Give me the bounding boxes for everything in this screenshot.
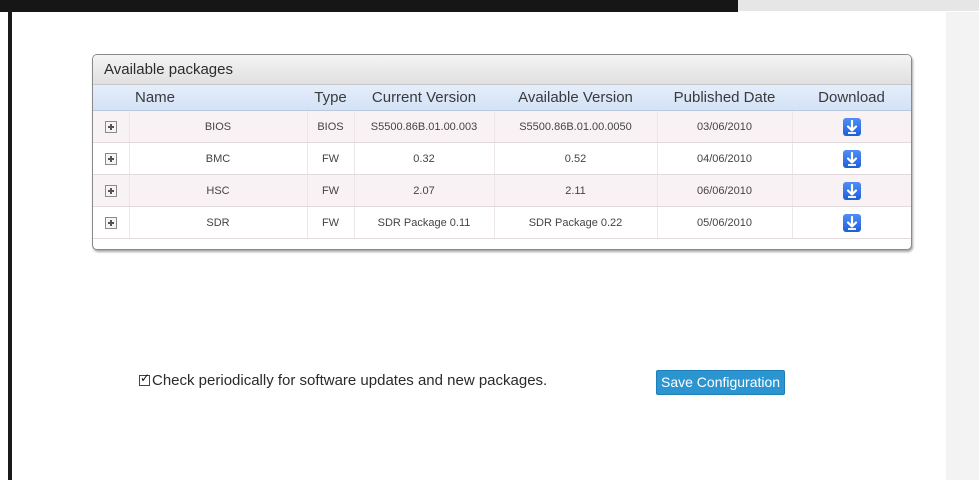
- column-header-type[interactable]: Type: [307, 85, 354, 111]
- download-icon[interactable]: [842, 213, 861, 232]
- available-version: SDR Package 0.22: [494, 206, 658, 239]
- app-window: Available packages Name Type Current Ver…: [0, 0, 979, 480]
- published-date: 04/06/2010: [657, 142, 793, 175]
- package-name: HSC: [129, 174, 308, 207]
- column-header-name[interactable]: Name: [129, 85, 307, 111]
- table-header-row: Name Type Current Version Available Vers…: [93, 85, 911, 111]
- download-icon[interactable]: [842, 181, 861, 200]
- package-name: SDR: [129, 206, 308, 239]
- checkmark-icon: ✓: [140, 371, 151, 385]
- expand-cell: [93, 206, 130, 239]
- panel-title: Available packages: [93, 55, 911, 85]
- current-version: 2.07: [354, 174, 495, 207]
- expand-icon[interactable]: [104, 184, 117, 197]
- expand-icon[interactable]: [104, 216, 117, 229]
- column-header-available-version[interactable]: Available Version: [494, 85, 657, 111]
- current-version: SDR Package 0.11: [354, 206, 495, 239]
- published-date: 06/06/2010: [657, 174, 793, 207]
- current-version: 0.32: [354, 142, 495, 175]
- packages-table: Name Type Current Version Available Vers…: [93, 85, 911, 239]
- check-updates-label: Check periodically for software updates …: [152, 372, 548, 389]
- published-date: 05/06/2010: [657, 206, 793, 239]
- expand-cell: [93, 110, 130, 143]
- available-version: 2.11: [494, 174, 658, 207]
- package-type: BIOS: [307, 110, 355, 143]
- table-row: BMC FW 0.32 0.52 04/06/2010: [93, 142, 911, 175]
- right-side-panel: [946, 12, 979, 480]
- download-icon[interactable]: [842, 149, 861, 168]
- expand-column-header: [93, 85, 129, 111]
- available-packages-panel: Available packages Name Type Current Ver…: [92, 54, 912, 250]
- packages-table-body: BIOS BIOS S5500.86B.01.00.003 S5500.86B.01.…: [93, 110, 911, 239]
- download-icon[interactable]: [842, 117, 861, 136]
- table-row: HSC FW 2.07 2.11 06/06/2010: [93, 174, 911, 207]
- download-cell: [792, 110, 911, 143]
- expand-cell: [93, 174, 130, 207]
- available-version: S5500.86B.01.00.0050: [494, 110, 658, 143]
- expand-cell: [93, 142, 130, 175]
- column-header-current-version[interactable]: Current Version: [354, 85, 494, 111]
- column-header-download[interactable]: Download: [792, 85, 911, 111]
- download-cell: [792, 174, 911, 207]
- package-type: FW: [307, 142, 355, 175]
- package-name: BIOS: [129, 110, 308, 143]
- expand-icon[interactable]: [104, 120, 117, 133]
- table-row: SDR FW SDR Package 0.11 SDR Package 0.22 05/…: [93, 206, 911, 239]
- table-row: BIOS BIOS S5500.86B.01.00.003 S5500.86B.01.…: [93, 110, 911, 143]
- download-cell: [792, 206, 911, 239]
- package-type: FW: [307, 174, 355, 207]
- available-version: 0.52: [494, 142, 658, 175]
- package-name: BMC: [129, 142, 308, 175]
- package-type: FW: [307, 206, 355, 239]
- window-top-bar-right: [738, 0, 979, 11]
- check-updates-option[interactable]: ✓ Check periodically for software update…: [139, 371, 548, 389]
- expand-icon[interactable]: [104, 152, 117, 165]
- save-configuration-button[interactable]: Save Configuration: [656, 370, 786, 395]
- download-cell: [792, 142, 911, 175]
- window-top-bar: [0, 0, 738, 12]
- check-updates-checkbox[interactable]: ✓: [139, 371, 150, 386]
- published-date: 03/06/2010: [657, 110, 793, 143]
- column-header-published-date[interactable]: Published Date: [657, 85, 792, 111]
- current-version: S5500.86B.01.00.003: [354, 110, 495, 143]
